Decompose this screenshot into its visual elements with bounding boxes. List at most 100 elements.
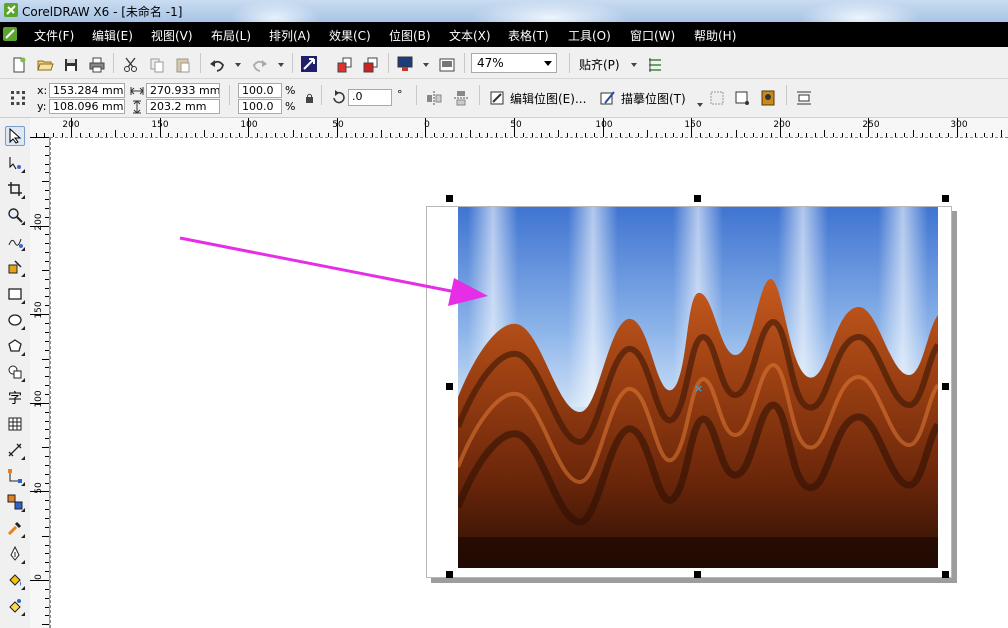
selection-handle-bottom-left[interactable] xyxy=(446,571,453,578)
menu-tools[interactable]: 工具(O) xyxy=(568,27,611,44)
trace-bitmap-button[interactable]: 描摹位图(T) xyxy=(621,90,686,107)
scale-y-field[interactable]: 100.0 xyxy=(238,99,282,114)
menu-layout[interactable]: 布局(L) xyxy=(211,27,251,44)
ruler-tick xyxy=(45,243,49,245)
basic-shapes-tool[interactable] xyxy=(5,362,25,382)
menu-window[interactable]: 窗口(W) xyxy=(630,27,675,44)
open-folder-icon[interactable] xyxy=(36,56,54,74)
snap-to-button[interactable]: 贴齐(P) xyxy=(579,56,620,73)
ruler-tick xyxy=(514,118,515,137)
toolbar-separator xyxy=(464,53,465,73)
crop-bitmap-icon[interactable] xyxy=(708,89,726,107)
ruler-tick xyxy=(115,130,117,137)
selection-handle-top[interactable] xyxy=(694,195,701,202)
percent-label: % xyxy=(285,100,296,113)
menu-file[interactable]: 文件(F) xyxy=(34,27,74,44)
fill-tool[interactable] xyxy=(5,570,25,590)
menu-text[interactable]: 文本(X) xyxy=(449,27,491,44)
crop-tool[interactable] xyxy=(5,179,25,199)
selection-handle-bottom-right[interactable] xyxy=(942,571,949,578)
menu-bitmaps[interactable]: 位图(B) xyxy=(389,27,431,44)
ellipse-tool[interactable] xyxy=(5,310,25,330)
ruler-tick xyxy=(779,118,781,137)
connector-tool[interactable] xyxy=(5,466,25,486)
page-border xyxy=(50,137,1008,138)
freehand-tool[interactable] xyxy=(5,231,25,251)
edit-bitmap-icon[interactable] xyxy=(488,89,506,107)
ruler-tick xyxy=(45,464,49,466)
ruler-tick xyxy=(45,296,49,298)
dimension-tool[interactable] xyxy=(5,440,25,460)
export-icon[interactable] xyxy=(336,56,354,74)
width-field[interactable]: 270.933 mm xyxy=(146,83,220,98)
options-icon[interactable] xyxy=(646,56,664,74)
blend-tool[interactable] xyxy=(5,492,25,512)
rectangle-tool[interactable] xyxy=(5,284,25,304)
edit-bitmap-button[interactable]: 编辑位图(E)... xyxy=(510,90,586,107)
menu-view[interactable]: 视图(V) xyxy=(151,27,193,44)
menu-help[interactable]: 帮助(H) xyxy=(694,27,736,44)
zoom-level-select[interactable]: 47% xyxy=(471,53,557,73)
outline-pen-tool[interactable] xyxy=(5,544,25,564)
undo-icon[interactable] xyxy=(208,56,226,74)
shape-tool[interactable] xyxy=(5,153,25,173)
redo-icon[interactable] xyxy=(251,56,269,74)
ruler-tick xyxy=(248,118,250,137)
trace-dropdown-icon[interactable] xyxy=(697,103,703,107)
mirror-vertical-icon[interactable] xyxy=(452,89,470,107)
menu-table[interactable]: 表格(T) xyxy=(508,27,549,44)
wrap-text-icon[interactable] xyxy=(795,89,813,107)
new-document-icon[interactable] xyxy=(10,56,28,74)
launcher-dropdown-icon[interactable] xyxy=(423,63,429,67)
eyedropper-tool[interactable] xyxy=(5,518,25,538)
import-icon[interactable] xyxy=(300,55,318,73)
ruler-tick xyxy=(45,500,49,502)
table-tool[interactable] xyxy=(5,414,25,434)
scale-x-field[interactable]: 100.0 xyxy=(238,83,282,98)
trace-bitmap-icon[interactable] xyxy=(599,89,617,107)
welcome-screen-icon[interactable] xyxy=(438,56,456,74)
ruler-tick xyxy=(45,482,49,484)
ruler-tick xyxy=(45,367,49,369)
application-launcher-icon[interactable] xyxy=(396,55,414,73)
save-icon[interactable] xyxy=(62,56,80,74)
publish-pdf-icon[interactable] xyxy=(362,56,380,74)
reference-point-icon[interactable] xyxy=(9,89,27,107)
text-tool[interactable]: 字 xyxy=(5,388,25,408)
app-menu-icon[interactable] xyxy=(3,27,17,41)
vertical-ruler[interactable]: 200 150 100 50 0 xyxy=(30,137,50,628)
interactive-fill-tool[interactable] xyxy=(5,596,25,616)
menu-edit[interactable]: 编辑(E) xyxy=(92,27,133,44)
lock-ratio-icon[interactable] xyxy=(305,93,314,103)
rotation-center-marker-icon[interactable]: × xyxy=(694,382,703,395)
selection-handle-right[interactable] xyxy=(942,383,949,390)
rotation-field[interactable]: .0 xyxy=(348,89,392,106)
cut-icon[interactable] xyxy=(122,56,140,74)
paste-icon[interactable] xyxy=(174,56,192,74)
selection-handle-top-right[interactable] xyxy=(942,195,949,202)
undo-dropdown-icon[interactable] xyxy=(235,63,241,67)
redo-dropdown-icon[interactable] xyxy=(278,63,284,67)
ruler-tick xyxy=(42,535,49,537)
y-position-field[interactable]: 108.096 mm xyxy=(49,99,125,114)
polygon-tool[interactable] xyxy=(5,336,25,356)
zoom-tool[interactable] xyxy=(5,205,25,225)
selection-handle-top-left[interactable] xyxy=(446,195,453,202)
mirror-horizontal-icon[interactable] xyxy=(425,89,443,107)
selection-handle-bottom[interactable] xyxy=(694,571,701,578)
horizontal-ruler[interactable]: 200 150 100 50 0 50 100 150 200 250 300 xyxy=(30,118,1008,138)
menu-arrange[interactable]: 排列(A) xyxy=(269,27,311,44)
pick-tool[interactable] xyxy=(5,126,25,146)
x-position-field[interactable]: 153.284 mm xyxy=(49,83,125,98)
bitmap-color-mask-icon[interactable] xyxy=(759,89,777,107)
print-icon[interactable] xyxy=(88,56,106,74)
ruler-tick xyxy=(1001,130,1003,137)
snap-dropdown-icon[interactable] xyxy=(631,63,637,67)
resample-icon[interactable] xyxy=(733,89,751,107)
height-field[interactable]: 203.2 mm xyxy=(146,99,220,114)
selection-handle-left[interactable] xyxy=(446,383,453,390)
smart-fill-tool[interactable] xyxy=(5,257,25,277)
menu-effects[interactable]: 效果(C) xyxy=(329,27,371,44)
copy-icon[interactable] xyxy=(148,56,166,74)
ruler-tick xyxy=(45,252,49,254)
